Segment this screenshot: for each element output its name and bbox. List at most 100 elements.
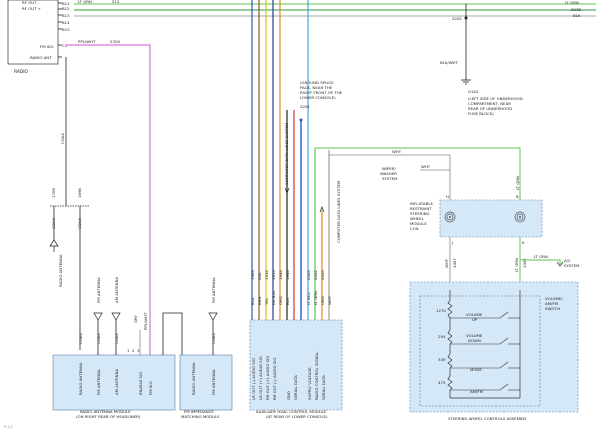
ram-wire-coax-1: COAX [78,333,83,344]
coax-label-radio: COAX [60,133,65,144]
steering-code-right: 1457 [522,258,527,268]
ltgrn-vertical: LT GRN [515,176,520,190]
hvac-circuit-2: 1916 [264,270,269,280]
coax-label-b: COAX [77,218,82,229]
top-right-labels: LT GRN BARE BLK [565,0,582,18]
wiring-diagram: RADIO RF OUT - RF OUT + FM SIG RADIO ANT… [0,0,599,432]
top-right-ltgrn: LT GRN [565,0,579,5]
coax-label-a: COAX [51,218,56,229]
radio-antenna-module: RADIO ANTENNA MODULE (ON RIGHT REAR OF H… [52,312,176,419]
hvac-circuit-8: 2005 [320,270,325,280]
hvac-wire-7: LT GRN [313,291,318,305]
hvac-pin-lr-plus: LR OUT (+) AUDIO SIG [258,356,263,400]
ram-code-3: 3 [137,348,140,353]
steering-wire-ltgrn: LT GRN [514,258,519,272]
fm-impedance-module: FM IMPEDANCE MATCHING MODULE RADIO ANTEN… [179,277,233,419]
hvac-pin-supply: SUPPLY VOLTAGE [307,367,312,400]
wiper-label: WIPER/ WASHER SYSTEM [380,166,398,181]
ant-code-a: 1709 [51,188,56,198]
wire-b11-ltgrn: LT GRN 512 [74,0,596,5]
ram-wire-gry: GRY [133,315,138,323]
hvac-circuit-4: 1944 [278,270,283,280]
am-antenna-top: AM ANTENNA [114,277,119,303]
radio-pin-rfout-plus: RF OUT + [22,6,41,11]
ground-splice: (GROUND SPLICE PACK, NEAR THE RIGHT FRON… [299,80,343,122]
radio-antenna-splice: 1709 1696 COAX COAX RADIO ANTENNA [49,188,90,350]
ground-splice-code: S201 [300,104,310,109]
resistor-1270: 1270 [436,308,446,313]
radio-antenna-module-subtitle: (ON RIGHT REAR OF HEADLINER) [76,414,141,419]
ac-system-label: A/C SYSTEM [564,258,580,268]
radio-antenna-top-label: RADIO ANTENNA [58,254,63,287]
hvac-pin-radio-control: RADIO CONTROL SIGNAL [314,351,319,400]
hvac-circuit-7: 2002 [313,270,318,280]
ground-splice-note: (GROUND SPLICE PACK, NEAR THE RIGHT FRON… [300,80,343,100]
btn-mode: MODE [470,367,482,372]
ram-pin-radio-antenna: RADIO ANTENNA [78,362,83,395]
radio-pin-code-b12: B12 [62,6,70,11]
ram-wire-pplwht: PPL/WHT [143,312,148,330]
radio-label: RADIO [14,69,29,75]
coax-link-modules [162,312,183,355]
radio-pin-code-b13: B13 [62,13,70,18]
radio-component: RADIO RF OUT - RF OUT + FM SIG RADIO ANT… [7,0,70,75]
hvac-circuit-5: 1944 [285,270,290,280]
ram-pin-fm-sig: FM SIG [148,382,153,395]
steering-code-left: 1457 [452,258,457,268]
hvac-module: AUXILIARY HVAC CONTROL MODULE (AT REAR O… [249,319,343,419]
wire-radio-ant-coax: COAX [60,57,67,206]
hvac-circuit-labels: 1969 200 1916 1915 1944 1944 2005 2002 2… [250,270,325,280]
airbag-pin-k: K [522,240,525,245]
wire-b11-circuit: 512 [112,0,120,4]
computer-data-label-a: COMPUTER DATA LINES SYSTEM [284,123,289,185]
hvac-wire-8: ORG [320,296,325,305]
hvac-pin-serial-data-2: SERIAL DATA [321,375,326,400]
btn-volume-down: VOLUME DOWN [466,333,483,343]
resistor-349: 349 [438,357,446,362]
btn-amfm: AM/FM [470,389,483,394]
ac-ltgrn: LT GRN [534,254,548,259]
radio-pin-radioant: RADIO ANT [30,55,52,60]
top-right-bare: BARE [571,7,582,12]
diagram-canvas: RADIO RF OUT - RF OUT + FM SIG RADIO ANT… [4,0,596,429]
fm-imp-top-label: FM ANTENNA [211,277,216,303]
ground-g102: G102 [468,89,479,94]
airbag-coil-label: INFLATABLE RESTRAINT STEERING WHEEL MODU… [410,201,434,231]
hvac-circuit-0: 1969 [250,270,255,280]
radio-pin-code-b15: B15 [62,27,70,32]
hvac-circuit-3: 1915 [271,270,276,280]
fm-antenna-top: FM ANTENNA [96,277,101,303]
airbag-coil-module: INFLATABLE RESTRAINT STEERING WHEEL MODU… [410,194,543,245]
wht-wiper-wire: WHT [421,164,431,169]
airbag-pin-j: J [451,240,453,245]
splice-s202-label: S202 [452,16,462,21]
fm-imp-pin-radio-antenna: RADIO ANTENNA [191,362,196,395]
wire-b11-color: LT GRN [78,0,92,4]
hvac-circuit-6: 2005 [306,270,311,280]
hvac-wire-0: BLU [250,297,255,305]
hvac-pin-rr-plus: RR OUT (+) AUDIO SIG [265,356,270,400]
hvac-wire-labels: BLU BRN YEL DK BLU ORG BLK LT BLU LT GRN… [250,291,332,305]
hvac-pin-rr-minus: RR OUT (-) AUDIO SIG [272,358,277,400]
steering-assembly-title: STEERING WHEEL CONTROLS ASSEMBLY [448,416,527,421]
radio-pin-fmsig: FM SIG [40,44,53,49]
hvac-circuit-1: 200 [257,272,262,280]
ram-wire-coax-2: COAX [96,333,101,344]
hvac-wire-3: DK BLU [271,291,276,305]
splice-blkwht: BLK/WHT [440,60,458,65]
footer-text: P.1/1 [4,424,14,429]
hvac-pin-lr-minus: LR OUT (-) AUDIO SIG [251,358,256,400]
airbag-coil-box [439,199,543,238]
airbag-pin-b: B [516,194,519,199]
ram-code-1: 1 [127,348,130,353]
fm-imp-pin-fm-antenna: FM ANTENNA [211,369,216,395]
ram-pin-fm-antenna: FM ANTENNA [96,369,101,395]
steering-controls-assembly: STEERING WHEEL CONTROLS ASSEMBLY VOLUME/… [409,281,579,421]
hvac-pin-gnd: GND [286,391,291,400]
hvac-pin-serial-data: SERIAL DATA [293,375,298,400]
ground-note: (LEFT SIDE OF UNDERHOOD COMPARTMENT, NEA… [468,96,524,116]
radio-pin-rfout-minus: RF OUT - [22,0,40,5]
hvac-module-subtitle: (AT REAR OF LOWER CONSOLE) [266,414,328,419]
radio-pin-code-b14: B14 [62,20,70,25]
ram-wire-coax-3: COAX [114,333,119,344]
